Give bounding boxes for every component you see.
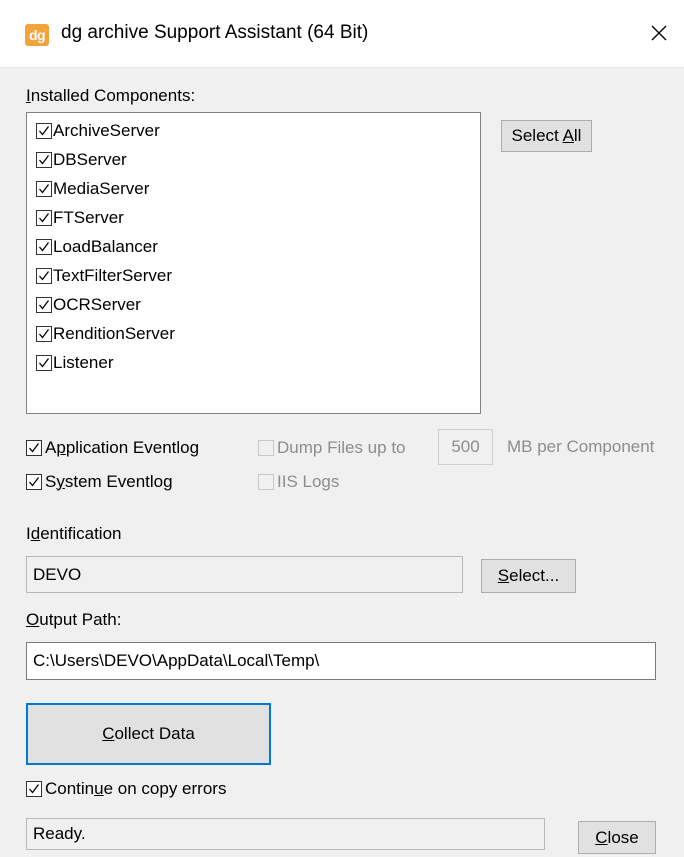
component-item[interactable]: DBServer — [36, 149, 127, 175]
status-bar: Ready. — [26, 818, 545, 850]
support-assistant-window: dg dg archive Support Assistant (64 Bit)… — [0, 0, 684, 857]
app-icon: dg — [25, 24, 49, 46]
iis-logs-option[interactable]: IIS Logs — [258, 471, 339, 492]
component-item[interactable]: LoadBalancer — [36, 236, 158, 262]
component-label: LoadBalancer — [53, 236, 158, 256]
component-checkbox[interactable] — [36, 122, 52, 139]
component-item[interactable]: ArchiveServer — [36, 120, 160, 146]
system-eventlog-option[interactable]: System Eventlog — [26, 471, 173, 492]
components-listbox[interactable]: ArchiveServer DBServer MediaServer FTServer… — [26, 112, 481, 414]
component-label: MediaServer — [53, 178, 150, 198]
dump-size-field[interactable]: 500 — [438, 429, 493, 465]
window-title: dg archive Support Assistant (64 Bit) — [61, 22, 369, 43]
application-eventlog-label: Application Eventlog — [45, 437, 200, 457]
dump-files-label: Dump Files up to — [277, 437, 406, 457]
component-label: FTServer — [53, 207, 124, 227]
component-label: DBServer — [53, 149, 127, 169]
close-window-icon[interactable] — [644, 16, 674, 50]
output-path-field[interactable]: C:\Users\DEVO\AppData\Local\Temp\ — [26, 642, 656, 680]
system-eventlog-label: System Eventlog — [45, 471, 173, 491]
system-eventlog-checkbox[interactable] — [26, 473, 42, 490]
component-item[interactable]: FTServer — [36, 207, 124, 233]
identification-field[interactable]: DEVO — [26, 556, 463, 593]
component-checkbox[interactable] — [36, 180, 52, 197]
collect-data-button[interactable]: Collect Data — [26, 703, 271, 765]
iis-logs-checkbox[interactable] — [258, 473, 274, 490]
continue-on-errors-checkbox[interactable] — [26, 780, 42, 797]
title-bar[interactable]: dg dg archive Support Assistant (64 Bit) — [0, 0, 684, 68]
dump-unit-label: MB per Component — [507, 437, 655, 456]
component-item[interactable]: OCRServer — [36, 294, 141, 320]
component-item[interactable]: RenditionServer — [36, 323, 175, 349]
output-path-label: Output Path: — [26, 610, 122, 629]
component-label: Listener — [53, 352, 114, 372]
select-all-button[interactable]: Select All — [501, 120, 592, 152]
installed-components-label: Installed Components: — [26, 86, 196, 105]
component-item[interactable]: TextFilterServer — [36, 265, 172, 291]
select-identification-button[interactable]: Select... — [481, 559, 576, 593]
component-checkbox[interactable] — [36, 354, 52, 371]
component-label: OCRServer — [53, 294, 141, 314]
component-label: TextFilterServer — [53, 265, 173, 285]
component-checkbox[interactable] — [36, 325, 52, 342]
component-checkbox[interactable] — [36, 267, 52, 284]
application-eventlog-checkbox[interactable] — [26, 439, 42, 456]
iis-logs-label: IIS Logs — [277, 471, 340, 491]
component-label: ArchiveServer — [53, 120, 160, 140]
continue-on-errors-option[interactable]: Continue on copy errors — [26, 778, 226, 799]
component-item[interactable]: Listener — [36, 352, 113, 378]
component-item[interactable]: MediaServer — [36, 178, 149, 204]
close-button[interactable]: Close — [578, 821, 656, 854]
dump-files-checkbox[interactable] — [258, 439, 274, 456]
dump-files-option[interactable]: Dump Files up to — [258, 437, 406, 458]
identification-label: Identification — [26, 524, 122, 543]
component-checkbox[interactable] — [36, 296, 52, 313]
component-checkbox[interactable] — [36, 238, 52, 255]
component-checkbox[interactable] — [36, 151, 52, 168]
continue-on-errors-label: Continue on copy errors — [45, 778, 227, 798]
component-label: RenditionServer — [53, 323, 175, 343]
application-eventlog-option[interactable]: Application Eventlog — [26, 437, 199, 458]
component-checkbox[interactable] — [36, 209, 52, 226]
